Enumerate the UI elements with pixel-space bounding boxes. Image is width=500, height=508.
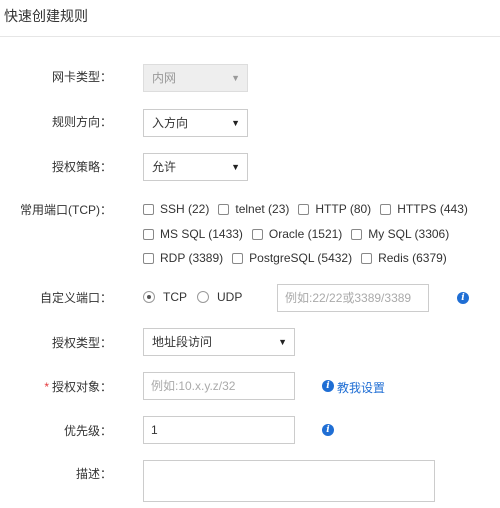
caret-down-icon: ▼	[231, 73, 240, 83]
protocol-radio-tcp[interactable]: TCP	[143, 290, 187, 304]
port-checkbox-redis[interactable]: Redis (6379)	[361, 251, 447, 265]
caret-down-icon: ▼	[278, 337, 287, 347]
port-checkbox-http[interactable]: HTTP (80)	[298, 202, 371, 216]
port-checkbox-https[interactable]: HTTPS (443)	[380, 202, 468, 216]
checkbox-icon	[218, 203, 230, 215]
radio-unselected-icon	[197, 291, 209, 303]
policy-value: 允许	[152, 160, 177, 174]
port-checkbox-mssql[interactable]: MS SQL (1433)	[143, 227, 243, 241]
checkbox-icon	[143, 252, 154, 264]
custom-port-label: 自定义端口：	[39, 291, 112, 305]
info-icon[interactable]: i	[322, 424, 334, 436]
ports-row-1: SSH (22) telnet (23) HTTP (80) HTTPS (44…	[143, 202, 477, 216]
auth-type-label: 授权类型：	[51, 336, 112, 350]
description-label: 描述：	[75, 467, 112, 481]
direction-value: 入方向	[152, 116, 189, 130]
common-ports-label: 常用端口(TCP)：	[20, 203, 112, 217]
port-checkbox-telnet[interactable]: telnet (23)	[218, 202, 289, 216]
nic-type-select: 内网 ▼	[143, 64, 248, 92]
checkbox-icon	[380, 203, 392, 215]
priority-input[interactable]: 1	[143, 416, 295, 444]
policy-select[interactable]: 允许 ▼	[143, 153, 248, 181]
nic-type-value: 内网	[152, 71, 177, 85]
checkbox-icon	[361, 252, 373, 264]
auth-type-select[interactable]: 地址段访问 ▼	[143, 328, 295, 356]
auth-type-value: 地址段访问	[152, 335, 213, 349]
checkbox-icon	[143, 203, 154, 215]
direction-select[interactable]: 入方向 ▼	[143, 109, 248, 137]
radio-selected-icon	[143, 291, 155, 303]
page-title: 快速创建规则	[4, 8, 88, 24]
checkbox-icon	[351, 228, 363, 240]
custom-port-input[interactable]: 例如:22/22或3389/3389	[277, 284, 429, 312]
description-textarea[interactable]	[143, 460, 435, 502]
protocol-radio-udp[interactable]: UDP	[197, 290, 242, 304]
direction-label: 规则方向：	[51, 115, 112, 129]
info-icon[interactable]: i	[457, 292, 469, 304]
header-divider	[0, 36, 500, 37]
help-link[interactable]: 教我设置	[337, 379, 385, 396]
checkbox-icon	[232, 252, 244, 264]
checkbox-icon	[143, 228, 154, 240]
ports-row-2: MS SQL (1433) Oracle (1521) My SQL (3306…	[143, 227, 458, 241]
info-icon: i	[322, 380, 334, 392]
port-checkbox-postgresql[interactable]: PostgreSQL (5432)	[232, 251, 352, 265]
checkbox-icon	[251, 228, 263, 240]
caret-down-icon: ▼	[231, 162, 240, 172]
priority-label: 优先级：	[63, 424, 112, 438]
ports-row-3: RDP (3389) PostgreSQL (5432) Redis (6379…	[143, 251, 456, 265]
nic-type-label: 网卡类型：	[51, 70, 112, 84]
port-checkbox-oracle[interactable]: Oracle (1521)	[251, 227, 342, 241]
auth-object-input[interactable]: 例如:10.x.y.z/32	[143, 372, 295, 400]
port-checkbox-mysql[interactable]: My SQL (3306)	[351, 227, 449, 241]
port-checkbox-ssh[interactable]: SSH (22)	[143, 202, 209, 216]
policy-label: 授权策略：	[51, 160, 112, 174]
port-checkbox-rdp[interactable]: RDP (3389)	[143, 251, 223, 265]
required-mark: *	[44, 380, 49, 394]
auth-object-label: * 授权对象：	[44, 380, 112, 394]
checkbox-icon	[298, 203, 310, 215]
caret-down-icon: ▼	[231, 118, 240, 128]
